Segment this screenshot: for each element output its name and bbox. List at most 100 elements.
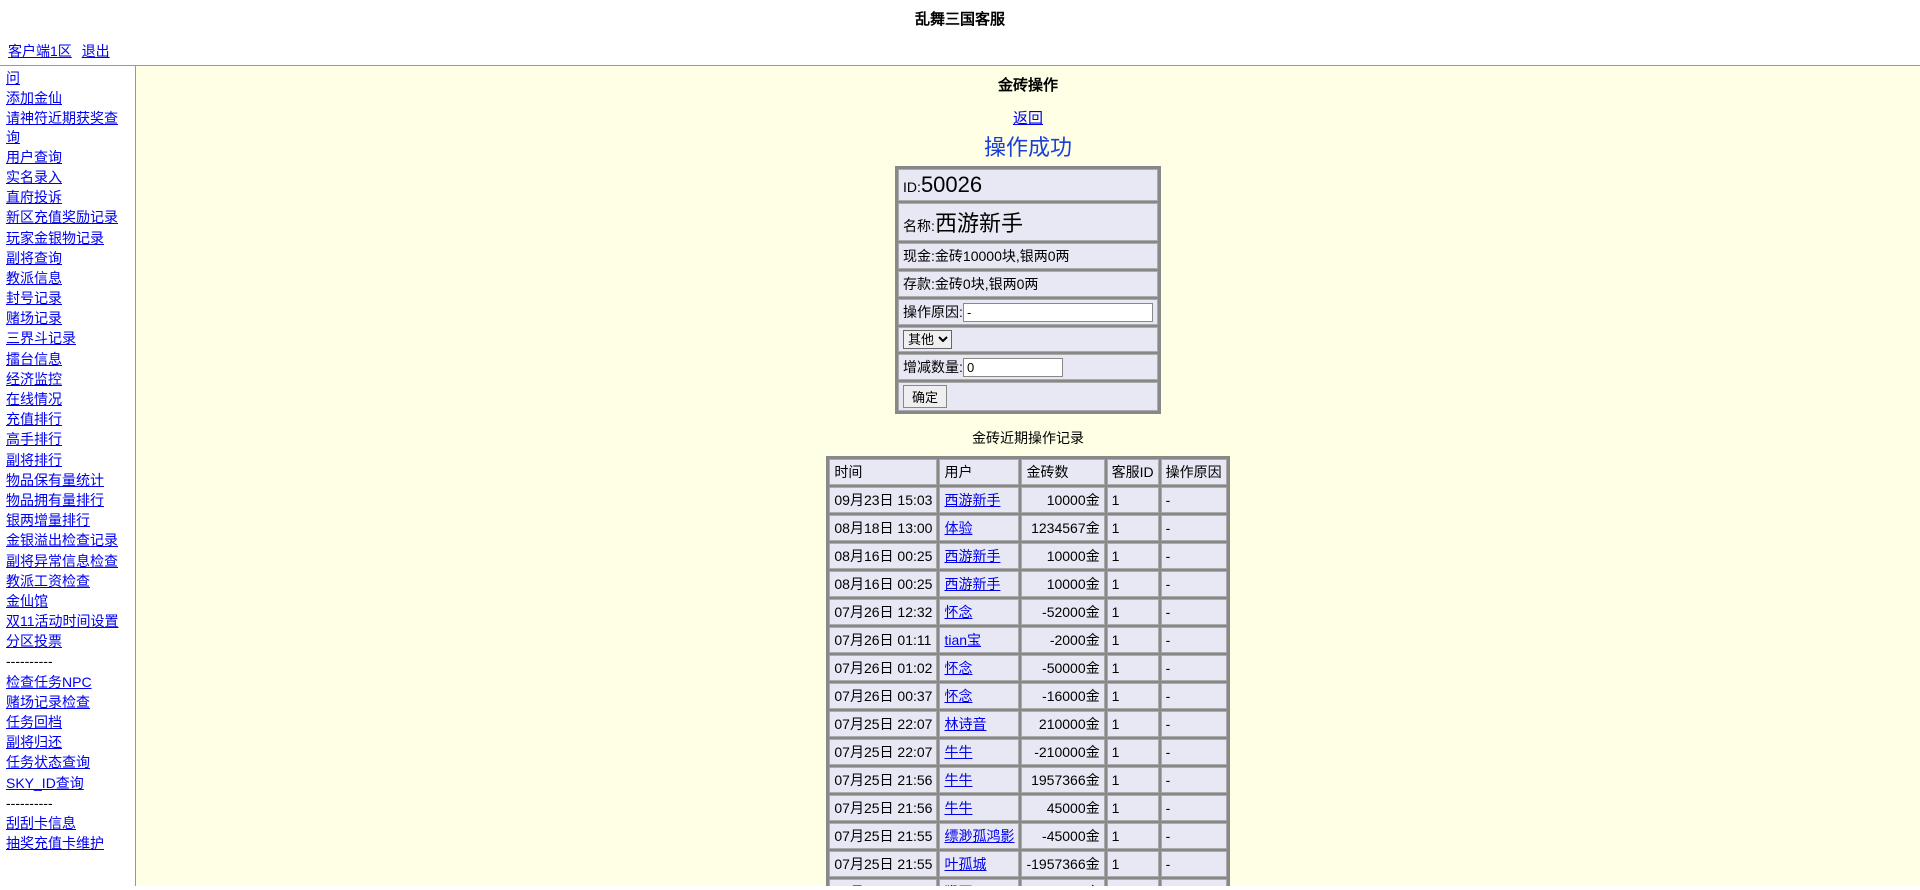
sidebar-item[interactable]: 问 bbox=[6, 68, 129, 88]
sidebar-item[interactable]: 副将异常信息检查 bbox=[6, 551, 129, 571]
name-label: 名称: bbox=[903, 218, 935, 234]
user-link[interactable]: tian宝 bbox=[944, 632, 981, 648]
sidebar-item[interactable]: 请神符近期获奖查询 bbox=[6, 108, 129, 146]
cell-time: 07月25日 21:56 bbox=[829, 795, 937, 821]
cell-oid: 1 bbox=[1107, 599, 1159, 625]
sidebar-item[interactable]: 金仙馆 bbox=[6, 591, 129, 611]
sidebar-item[interactable]: 高手排行 bbox=[6, 429, 129, 449]
user-link[interactable]: 林诗音 bbox=[944, 716, 986, 732]
success-message: 操作成功 bbox=[144, 130, 1912, 162]
user-link[interactable]: 缥渺孤鸿影 bbox=[944, 828, 1014, 844]
sidebar-item[interactable]: 擂台信息 bbox=[6, 349, 129, 369]
sidebar-item[interactable]: 物品保有量统计 bbox=[6, 470, 129, 490]
sidebar-item[interactable]: 教派信息 bbox=[6, 268, 129, 288]
sidebar-item[interactable]: 银两增量排行 bbox=[6, 510, 129, 530]
cell-oid: 1 bbox=[1107, 823, 1159, 849]
type-select[interactable]: 其他 bbox=[903, 330, 952, 349]
sidebar-item[interactable]: 用户查询 bbox=[6, 147, 129, 167]
sidebar[interactable]: 问添加金仙请神符近期获奖查询用户查询实名录入直府投诉新区充值奖励记录玩家金银物记… bbox=[0, 66, 135, 886]
cell-amount: 1234567金 bbox=[1021, 515, 1104, 541]
server-link[interactable]: 客户端1区 bbox=[8, 43, 72, 59]
sidebar-item[interactable]: 抽奖充值卡维护 bbox=[6, 833, 129, 853]
cell-reason: - bbox=[1161, 879, 1227, 886]
cell-reason: - bbox=[1161, 795, 1227, 821]
sidebar-item[interactable]: 刮刮卡信息 bbox=[6, 813, 129, 833]
table-row: 07月26日 00:37怀念-16000金1- bbox=[829, 683, 1226, 709]
cell-amount: -210000金 bbox=[1021, 739, 1104, 765]
cell-user: 怀念 bbox=[939, 655, 1019, 681]
cell-reason: - bbox=[1161, 627, 1227, 653]
reason-label: 操作原因: bbox=[903, 304, 963, 320]
cell-time: 07月26日 00:37 bbox=[829, 683, 937, 709]
sidebar-item[interactable]: 玩家金银物记录 bbox=[6, 228, 129, 248]
sidebar-item[interactable]: 封号记录 bbox=[6, 288, 129, 308]
cell-user: 叶孤城 bbox=[939, 851, 1019, 877]
sidebar-item[interactable]: 双11活动时间设置 bbox=[6, 611, 129, 631]
cell-reason: - bbox=[1161, 515, 1227, 541]
cell-user: 林诗音 bbox=[939, 711, 1019, 737]
sidebar-item[interactable]: 任务回档 bbox=[6, 712, 129, 732]
sidebar-item[interactable]: 实名录入 bbox=[6, 167, 129, 187]
cell-reason: - bbox=[1161, 739, 1227, 765]
cell-reason: - bbox=[1161, 711, 1227, 737]
cell-user: 牛牛 bbox=[939, 795, 1019, 821]
user-link[interactable]: 西游新手 bbox=[944, 576, 1000, 592]
sidebar-item[interactable]: 赌场记录 bbox=[6, 308, 129, 328]
user-link[interactable]: 叶孤城 bbox=[944, 856, 986, 872]
user-link[interactable]: 怀念 bbox=[944, 688, 972, 704]
cell-user: 西游新手 bbox=[939, 571, 1019, 597]
user-link[interactable]: 怀念 bbox=[944, 604, 972, 620]
cell-reason: - bbox=[1161, 543, 1227, 569]
sidebar-item[interactable]: 任务状态查询 bbox=[6, 752, 129, 772]
sidebar-item[interactable]: 在线情况 bbox=[6, 389, 129, 409]
logout-link[interactable]: 退出 bbox=[82, 43, 110, 59]
user-link[interactable]: 体验 bbox=[944, 520, 972, 536]
table-row: 08月18日 13:00体验1234567金1- bbox=[829, 515, 1226, 541]
user-link[interactable]: 猴哥 bbox=[944, 884, 972, 886]
cell-reason: - bbox=[1161, 851, 1227, 877]
main-title: 金砖操作 bbox=[144, 74, 1912, 95]
user-link[interactable]: 牛牛 bbox=[944, 772, 972, 788]
log-header: 金砖数 bbox=[1021, 459, 1104, 485]
sidebar-item[interactable]: 副将查询 bbox=[6, 248, 129, 268]
cell-amount: -50000金 bbox=[1021, 655, 1104, 681]
sidebar-item[interactable]: 物品拥有量排行 bbox=[6, 490, 129, 510]
cell-time: 07月26日 01:11 bbox=[829, 627, 937, 653]
reason-input[interactable] bbox=[963, 303, 1153, 322]
sidebar-item[interactable]: 添加金仙 bbox=[6, 88, 129, 108]
back-link[interactable]: 返回 bbox=[1013, 110, 1043, 127]
cell-time: 08月16日 00:25 bbox=[829, 571, 937, 597]
sidebar-item[interactable]: 充值排行 bbox=[6, 409, 129, 429]
sidebar-item[interactable]: 新区充值奖励记录 bbox=[6, 207, 129, 227]
table-row: 09月23日 15:03西游新手10000金1- bbox=[829, 487, 1226, 513]
sidebar-item[interactable]: 分区投票 bbox=[6, 631, 129, 651]
user-link[interactable]: 牛牛 bbox=[944, 800, 972, 816]
sidebar-item[interactable]: 检查任务NPC bbox=[6, 672, 129, 692]
id-value: 50026 bbox=[921, 172, 982, 197]
sidebar-item[interactable]: 三界斗记录 bbox=[6, 328, 129, 348]
sidebar-item[interactable]: 直府投诉 bbox=[6, 187, 129, 207]
user-link[interactable]: 怀念 bbox=[944, 660, 972, 676]
table-row: 07月26日 12:32怀念-52000金1- bbox=[829, 599, 1226, 625]
user-link[interactable]: 西游新手 bbox=[944, 492, 1000, 508]
sidebar-item[interactable]: SKY_ID查询 bbox=[6, 773, 129, 793]
cell-amount: -25000金 bbox=[1021, 879, 1104, 886]
cell-reason: - bbox=[1161, 823, 1227, 849]
cell-amount: -45000金 bbox=[1021, 823, 1104, 849]
user-link[interactable]: 西游新手 bbox=[944, 548, 1000, 564]
cell-amount: -16000金 bbox=[1021, 683, 1104, 709]
qty-input[interactable] bbox=[963, 358, 1063, 377]
user-link[interactable]: 牛牛 bbox=[944, 744, 972, 760]
sidebar-item[interactable]: 经济监控 bbox=[6, 369, 129, 389]
sidebar-item[interactable]: 赌场记录检查 bbox=[6, 692, 129, 712]
submit-button[interactable]: 确定 bbox=[903, 385, 947, 408]
sidebar-item[interactable]: 教派工资检查 bbox=[6, 571, 129, 591]
qty-label: 增减数量: bbox=[903, 359, 963, 375]
sidebar-item[interactable]: 副将归还 bbox=[6, 732, 129, 752]
cell-oid: 1 bbox=[1107, 795, 1159, 821]
cell-time: 07月25日 21:55 bbox=[829, 851, 937, 877]
cell-oid: 1 bbox=[1107, 711, 1159, 737]
sidebar-item[interactable]: 金银溢出检查记录 bbox=[6, 530, 129, 550]
cell-oid: 1 bbox=[1107, 767, 1159, 793]
sidebar-item[interactable]: 副将排行 bbox=[6, 450, 129, 470]
